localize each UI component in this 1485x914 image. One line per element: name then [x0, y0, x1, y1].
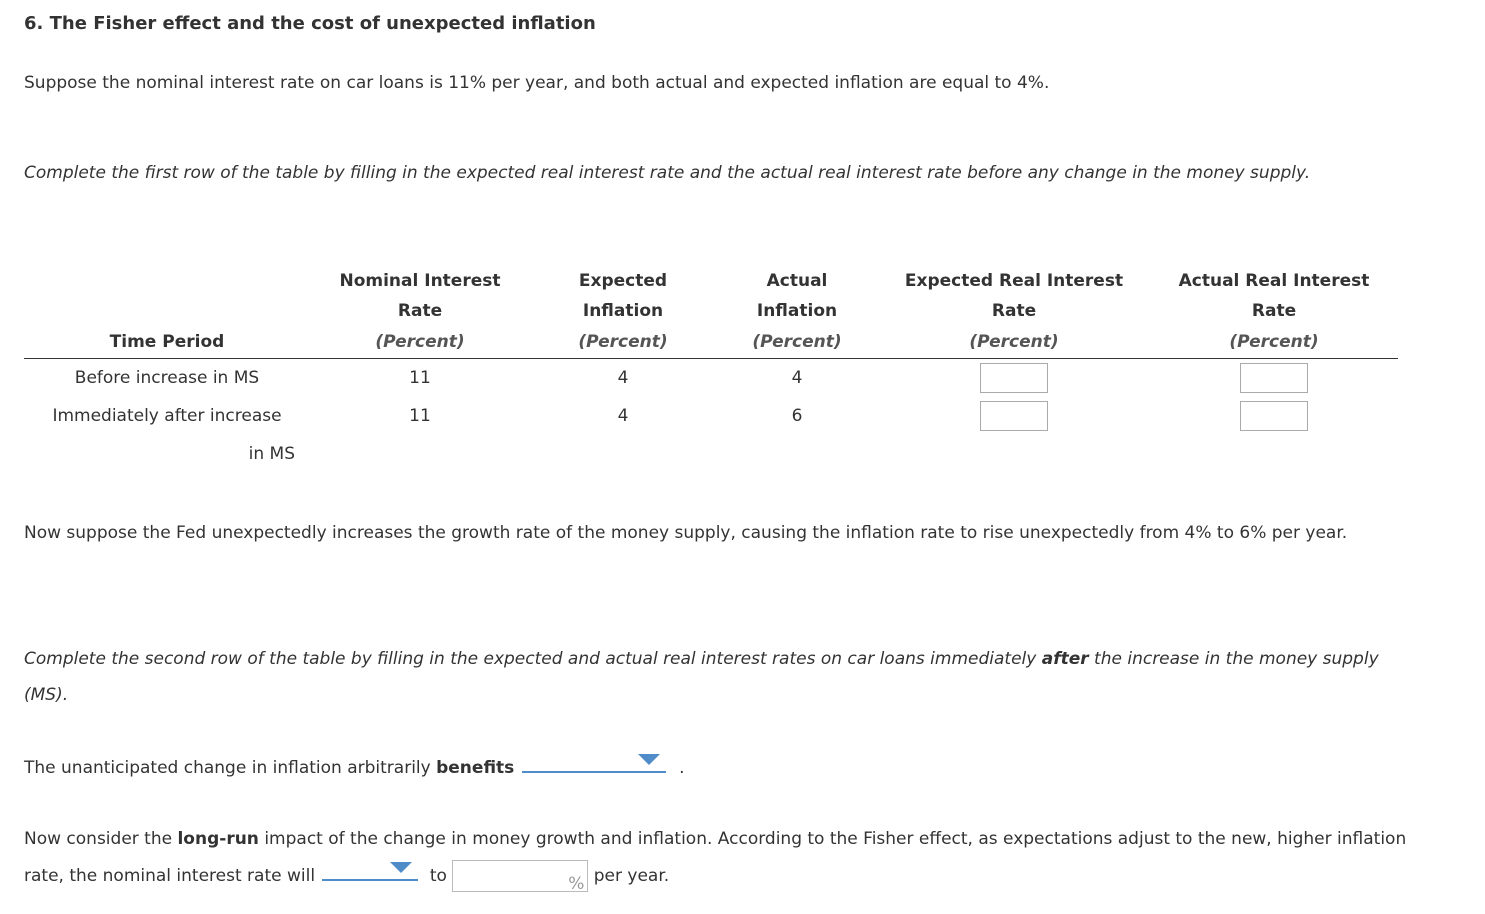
instruction-row2: Complete the second row of the table by …: [24, 641, 1424, 713]
nominal-cell: 11: [409, 368, 431, 388]
header-nominal-unit: (Percent): [375, 332, 465, 352]
intro-text: Suppose the nominal interest rate on car…: [24, 73, 1050, 93]
header-nominal-line2: Rate: [397, 301, 443, 321]
per-year-label: per year.: [593, 866, 670, 886]
header-actual-infl-line1: Actual: [766, 271, 828, 291]
header-nominal-line1: Nominal Interest: [339, 271, 501, 291]
to-label: to: [429, 866, 447, 886]
header-actual-infl-unit: (Percent): [752, 332, 842, 352]
instruction-row1: Complete the first row of the table by f…: [24, 163, 1311, 183]
benefits-bold: benefits: [436, 758, 515, 778]
header-expected-infl-line2: Inflation: [582, 301, 664, 321]
longrun-bold: long-run: [177, 829, 259, 849]
header-expected-real-line1: Expected Real Interest: [904, 271, 1124, 291]
header-expected-infl-unit: (Percent): [578, 332, 668, 352]
table-row: Before increase in MS 11 4 4: [24, 359, 1398, 398]
expected-inflation-cell: 4: [617, 406, 629, 426]
header-actual-real-line2: Rate: [1251, 301, 1297, 321]
actual-real-rate-input-row2[interactable]: [1240, 401, 1308, 431]
header-actual-real-line1: Actual Real Interest: [1178, 271, 1370, 291]
question-title: 6. The Fisher effect and the cost of une…: [24, 13, 596, 34]
period-punct: .: [679, 758, 685, 778]
period-line1: Immediately after increase: [52, 406, 282, 426]
chevron-down-icon: [637, 754, 660, 765]
header-line: [24, 266, 310, 296]
header-actual-real-unit: (Percent): [1229, 332, 1319, 352]
benefits-sentence: The unanticipated change in inflation ar…: [24, 749, 685, 778]
nominal-cell: 11: [409, 406, 431, 426]
benefits-text: The unanticipated change in inflation ar…: [24, 758, 437, 778]
actual-inflation-cell: 4: [791, 368, 803, 388]
expected-real-rate-input-row2[interactable]: [980, 401, 1048, 431]
period-cell: Before increase in MS: [74, 368, 260, 388]
actual-inflation-cell: 6: [791, 406, 803, 426]
nominal-rate-direction-dropdown[interactable]: [322, 857, 419, 881]
period-cell: Immediately after increase: [24, 397, 310, 435]
header-expected-real-line2: Rate: [991, 301, 1037, 321]
expected-inflation-cell: 4: [617, 368, 629, 388]
instruction-row2-bold: after: [1041, 649, 1089, 669]
header-expected-infl-line1: Expected: [578, 271, 668, 291]
fed-paragraph: Now suppose the Fed unexpectedly increas…: [24, 523, 1348, 543]
header-expected-real-unit: (Percent): [969, 332, 1059, 352]
period-line2: in MS: [248, 444, 295, 464]
percent-sign: %: [568, 874, 585, 894]
header-actual-infl-line2: Inflation: [756, 301, 838, 321]
longrun-paragraph: Now consider the long-run impact of the …: [24, 821, 1424, 894]
nominal-rate-input[interactable]: %: [452, 860, 589, 894]
table-row: Immediately after increase 11 4 6: [24, 397, 1398, 435]
longrun-text: Now consider the: [24, 829, 178, 849]
benefits-dropdown[interactable]: [521, 749, 666, 773]
interest-table: Nominal Interest Expected Actual Expecte…: [24, 266, 1398, 473]
actual-real-rate-input-row1[interactable]: [1240, 363, 1308, 393]
chevron-down-icon: [390, 862, 413, 873]
instruction-row2-text: Complete the second row of the table by …: [24, 649, 1042, 669]
header-time-period: Time Period: [109, 332, 225, 352]
expected-real-rate-input-row1[interactable]: [980, 363, 1048, 393]
